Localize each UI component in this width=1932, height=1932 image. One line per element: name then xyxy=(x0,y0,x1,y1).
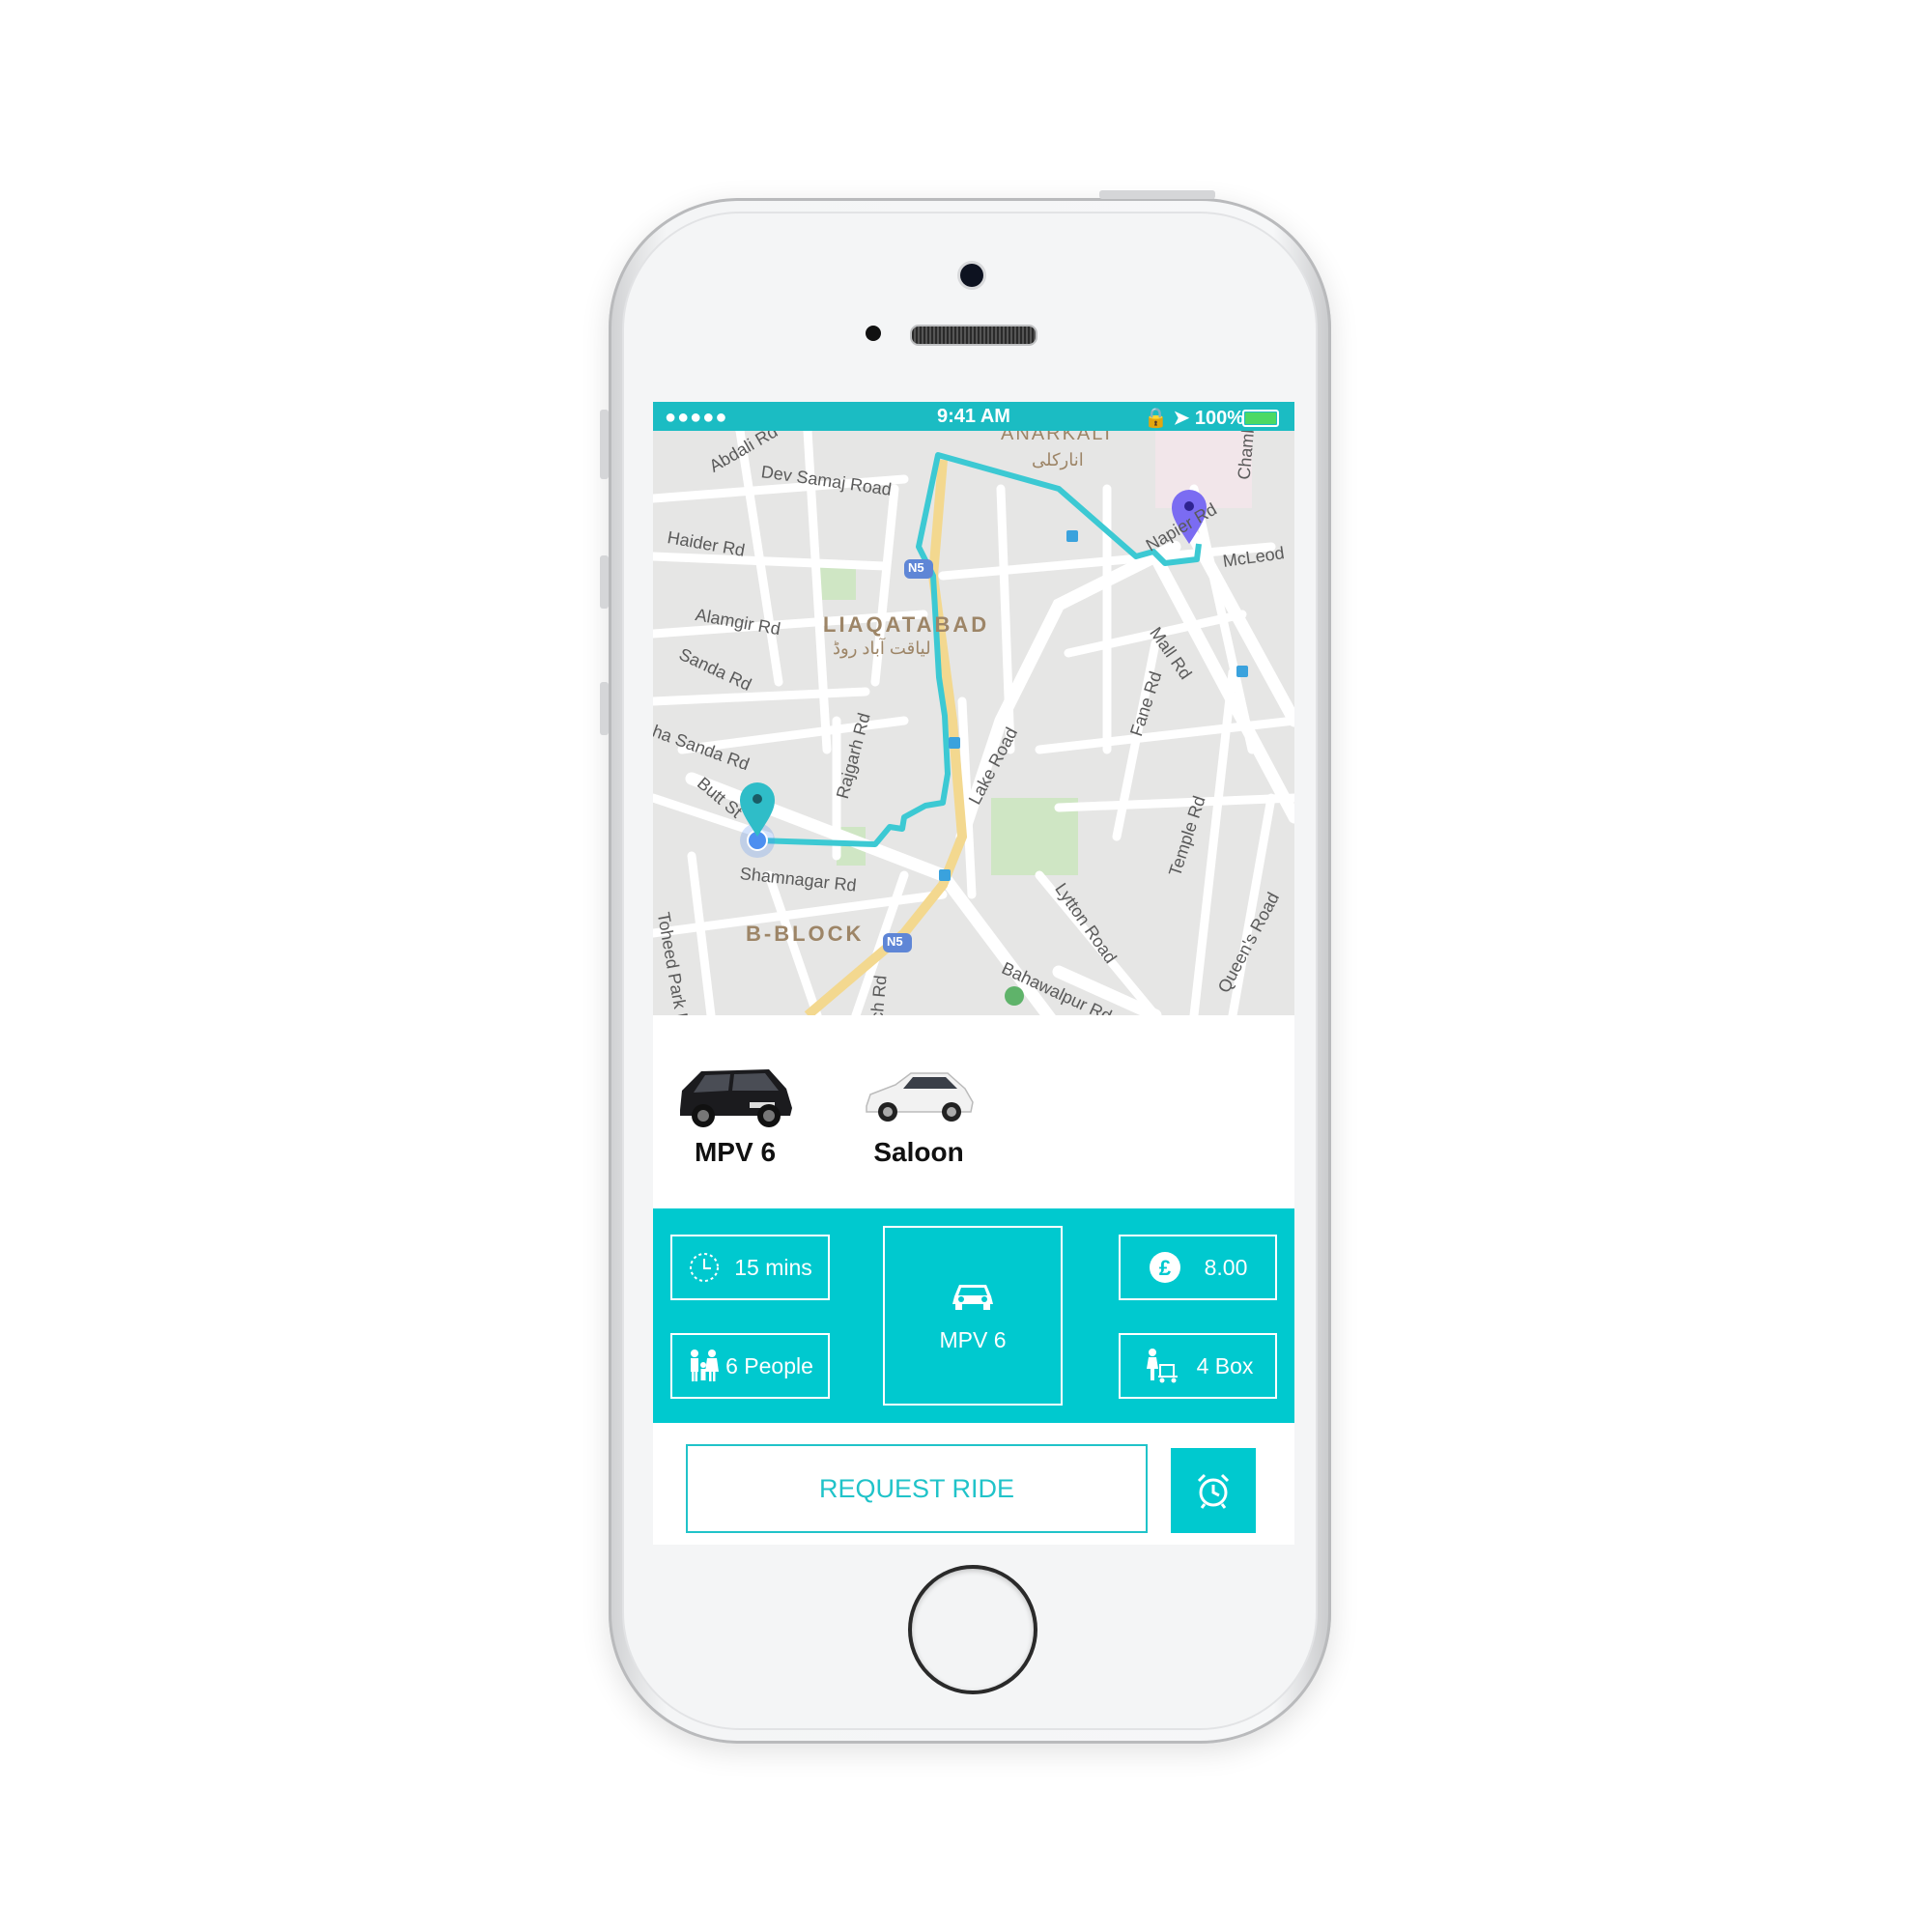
svg-text:£: £ xyxy=(1158,1256,1171,1280)
power-button xyxy=(1099,190,1215,199)
front-camera xyxy=(960,264,983,287)
eta-value: 15 mins xyxy=(734,1254,812,1280)
route-map[interactable]: Abdali Rd Dev Samaj Road Haider Rd Alamg… xyxy=(653,431,1294,1015)
white-saloon-car xyxy=(866,1072,974,1122)
volume-up-button xyxy=(600,555,609,609)
proximity-sensor xyxy=(866,326,881,341)
vehicle-selector: MPV 6 Saloon xyxy=(653,1015,1294,1208)
district-label: LIAQATABAD xyxy=(823,612,990,637)
alarm-clock-icon xyxy=(1197,1473,1230,1509)
people-box: 6 People xyxy=(670,1333,830,1399)
luggage-value: 4 Box xyxy=(1196,1352,1254,1378)
selected-vehicle-box[interactable]: MPV 6 xyxy=(883,1226,1063,1406)
map-label: ch Rd xyxy=(867,974,891,1015)
app-screen: ●●●●● 9:41 AM 🔒 ➤ 100% Abdali Rd Dev Sam… xyxy=(653,402,1294,1545)
status-right: 🔒 ➤ 100% xyxy=(1144,408,1244,429)
map-label: انارکلی xyxy=(1032,450,1084,469)
black-mpv-car xyxy=(680,1069,792,1127)
vehicle-option-saloon[interactable]: Saloon xyxy=(846,1064,991,1168)
car-icon xyxy=(951,1279,995,1312)
action-bar: REQUEST RIDE xyxy=(653,1423,1294,1545)
mute-switch xyxy=(600,410,609,479)
family-icon xyxy=(687,1349,720,1383)
home-button[interactable] xyxy=(908,1565,1037,1694)
selected-vehicle-label: MPV 6 xyxy=(939,1326,1007,1352)
vehicle-option-mpv[interactable]: MPV 6 xyxy=(663,1064,808,1168)
vehicle-name: MPV 6 xyxy=(694,1137,777,1167)
price-value: 8.00 xyxy=(1204,1254,1248,1280)
map-label: ANARKALI xyxy=(1001,431,1112,444)
eta-box: 15 mins xyxy=(670,1235,830,1300)
district-label: B-BLOCK xyxy=(746,922,865,946)
luggage-box: 4 Box xyxy=(1119,1333,1277,1399)
n5-shield-label: N5 xyxy=(908,560,924,575)
luggage-icon xyxy=(1143,1348,1179,1384)
earpiece-speaker xyxy=(910,325,1037,346)
n5-shield-label: N5 xyxy=(887,934,903,949)
status-bar: ●●●●● 9:41 AM 🔒 ➤ 100% xyxy=(653,402,1294,431)
battery-icon xyxy=(1242,410,1279,427)
schedule-ride-button[interactable] xyxy=(1171,1448,1256,1533)
district-label-urdu: لیاقت آباد روڈ xyxy=(833,639,931,658)
pound-icon: £ xyxy=(1149,1251,1181,1284)
price-box: £ 8.00 xyxy=(1119,1235,1277,1300)
ride-details-panel: 15 mins 6 People MPV 6 £ 8.00 4 Box xyxy=(653,1208,1294,1423)
volume-down-button xyxy=(600,682,609,735)
clock-icon xyxy=(688,1251,721,1284)
people-value: 6 People xyxy=(725,1352,813,1378)
vehicle-name: Saloon xyxy=(873,1137,964,1167)
request-ride-button[interactable]: REQUEST RIDE xyxy=(686,1444,1148,1533)
